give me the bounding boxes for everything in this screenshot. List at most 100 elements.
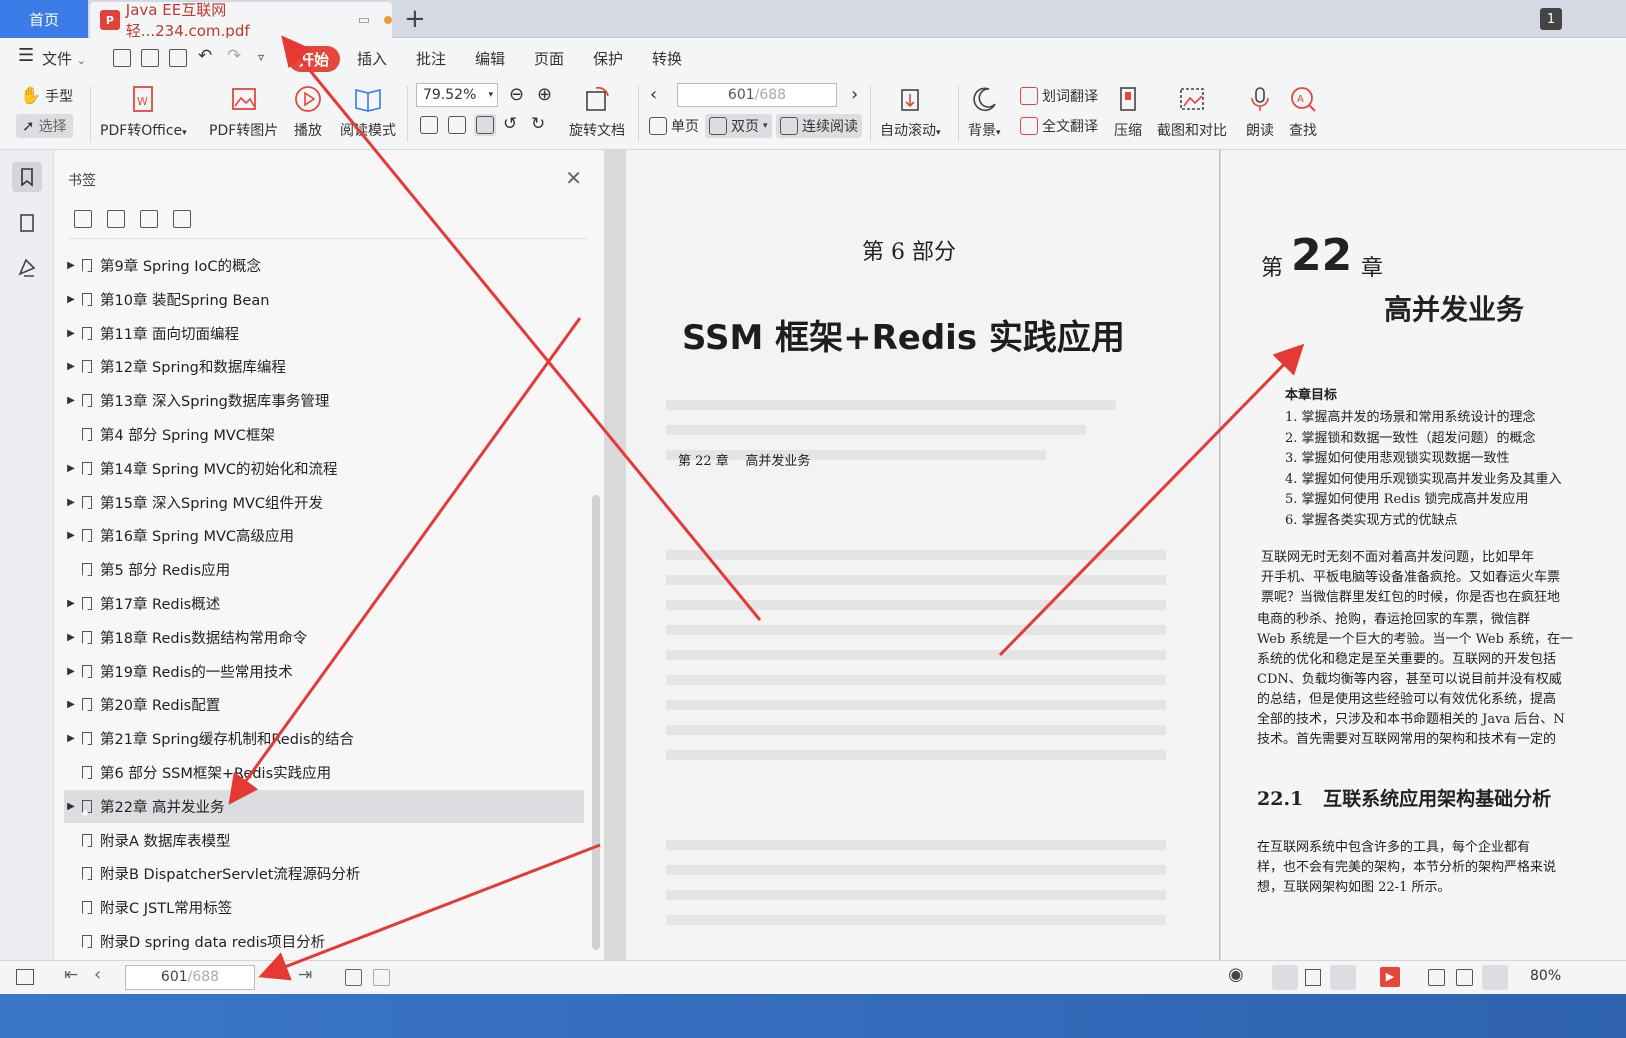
- single-page-button[interactable]: 单页: [649, 116, 699, 136]
- save-icon[interactable]: [141, 49, 159, 67]
- play-button[interactable]: 播放: [293, 78, 323, 140]
- bookmark-item[interactable]: ▶ 第12章 Spring和数据库编程: [64, 350, 584, 383]
- bookmark-item[interactable]: ▶ 第18章 Redis数据结构常用命令: [64, 621, 584, 654]
- forward-icon[interactable]: [373, 969, 390, 986]
- hand-tool-button[interactable]: ✋ 手型: [20, 86, 73, 106]
- bookmark-item[interactable]: ▶ 第13章 深入Spring数据库事务管理: [64, 384, 584, 417]
- bookmark-panel-icon[interactable]: [12, 162, 42, 192]
- zoom-in-icon[interactable]: ⊕: [537, 84, 552, 105]
- thumbnail-panel-icon[interactable]: [12, 208, 42, 238]
- bookmark-item[interactable]: 第4 部分 Spring MVC框架: [64, 418, 584, 451]
- monitor-icon[interactable]: ▭: [358, 13, 370, 28]
- menu-file[interactable]: 文件 ⌄: [42, 48, 86, 69]
- bookmark-item[interactable]: ▶ 第9章 Spring IoC的概念: [64, 249, 584, 282]
- bookmark-item[interactable]: ▶ 第15章 深入Spring MVC组件开发: [64, 486, 584, 519]
- expand-triangle-icon[interactable]: ▶: [64, 598, 78, 609]
- zoom-level[interactable]: 80%: [1530, 968, 1561, 984]
- hamburger-icon[interactable]: ☰: [18, 45, 34, 66]
- actual-size-icon[interactable]: [1428, 969, 1445, 986]
- add-bookmark-icon[interactable]: [140, 210, 158, 228]
- sidebar-toggle-icon[interactable]: [16, 969, 34, 985]
- document-viewport[interactable]: 第 6 部分 SSM 框架+Redis 实践应用 第 22 章 高并发业务 第 …: [604, 150, 1626, 960]
- prev-page-icon[interactable]: ‹: [650, 84, 657, 105]
- select-tool-button[interactable]: ➚ 选择: [16, 114, 73, 138]
- menu-convert[interactable]: 转换: [652, 48, 682, 69]
- play-icon[interactable]: ▶: [1380, 967, 1400, 987]
- menu-insert[interactable]: 插入: [357, 48, 387, 69]
- redo-icon[interactable]: ↷: [227, 46, 241, 66]
- read-aloud-button[interactable]: 朗读: [1245, 78, 1275, 140]
- expand-triangle-icon[interactable]: ▶: [64, 294, 78, 305]
- expand-triangle-icon[interactable]: ▶: [64, 632, 78, 643]
- expand-triangle-icon[interactable]: ▶: [64, 463, 78, 474]
- expand-all-icon[interactable]: [74, 210, 92, 228]
- full-translate-button[interactable]: 全文翻译: [1020, 116, 1098, 136]
- status-page-input[interactable]: 601/688: [125, 965, 255, 990]
- bookmark-item[interactable]: 附录D spring data redis项目分析: [64, 925, 584, 958]
- bookmark-item[interactable]: 附录B DispatcherServlet流程源码分析: [64, 857, 584, 890]
- menu-start[interactable]: 开始: [288, 46, 340, 72]
- more-dropdown-icon[interactable]: ▿: [258, 50, 264, 64]
- bookmark-item[interactable]: ▶ 第14章 Spring MVC的初始化和流程: [64, 452, 584, 485]
- tab-document[interactable]: P Java EE互联网轻...234.com.pdf ▭: [90, 1, 392, 40]
- rotate-left-icon[interactable]: ↺: [503, 114, 517, 134]
- auto-scroll-button[interactable]: 自动滚动▾: [880, 78, 941, 140]
- pdf-to-image-button[interactable]: PDF转图片: [209, 78, 278, 140]
- new-tab-button[interactable]: +: [404, 4, 426, 34]
- bookmark-item[interactable]: 第5 部分 Redis应用: [64, 553, 584, 586]
- zoom-out-icon[interactable]: ⊖: [509, 84, 524, 105]
- fit-page-icon[interactable]: [448, 116, 466, 134]
- tab-home[interactable]: 首页: [0, 0, 88, 38]
- expand-triangle-icon[interactable]: ▶: [64, 497, 78, 508]
- rotate-right-icon[interactable]: ↻: [531, 114, 545, 134]
- expand-triangle-icon[interactable]: ▶: [64, 733, 78, 744]
- bookmark-item[interactable]: ▶ 第10章 装配Spring Bean: [64, 283, 584, 316]
- expand-triangle-icon[interactable]: ▶: [64, 530, 78, 541]
- undo-icon[interactable]: ↶: [198, 46, 212, 66]
- fit-width-icon[interactable]: [476, 116, 494, 134]
- menu-annotate[interactable]: 批注: [416, 48, 446, 69]
- bookmark-item[interactable]: 附录C JSTL常用标签: [64, 891, 584, 924]
- expand-triangle-icon[interactable]: ▶: [64, 328, 78, 339]
- expand-triangle-icon[interactable]: ▶: [64, 666, 78, 677]
- fit-page-icon[interactable]: [1456, 969, 1473, 986]
- background-button[interactable]: 背景▾: [968, 78, 1001, 140]
- bookmark-item[interactable]: ▶ 第11章 面向切面编程: [64, 317, 584, 350]
- actual-size-icon[interactable]: [420, 116, 438, 134]
- next-page-icon[interactable]: ›: [272, 964, 279, 985]
- prev-page-icon[interactable]: ‹: [94, 964, 101, 985]
- expand-triangle-icon[interactable]: ▶: [64, 260, 78, 271]
- open-folder-icon[interactable]: [113, 49, 131, 67]
- expand-triangle-icon[interactable]: ▶: [64, 801, 78, 812]
- bookmark-item[interactable]: ▶ 第20章 Redis配置: [64, 688, 584, 721]
- zoom-level-select[interactable]: 79.52% ▾: [416, 83, 498, 107]
- bookmark-item[interactable]: 附录A 数据库表模型: [64, 824, 584, 857]
- rotate-document-button[interactable]: 旋转文档: [569, 78, 625, 140]
- word-translate-button[interactable]: 划词翻译: [1020, 86, 1098, 106]
- eye-protection-icon[interactable]: ◉: [1228, 964, 1244, 985]
- close-icon[interactable]: ✕: [565, 166, 582, 190]
- back-icon[interactable]: [345, 969, 362, 986]
- bookmark-item[interactable]: 第6 部分 SSM框架+Redis实践应用: [64, 756, 584, 789]
- print-icon[interactable]: [169, 49, 187, 67]
- fit-width-icon[interactable]: [1482, 965, 1508, 990]
- annotation-panel-icon[interactable]: [12, 252, 42, 282]
- collapse-all-icon[interactable]: [107, 210, 125, 228]
- pdf-to-office-button[interactable]: W PDF转Office▾: [100, 78, 187, 140]
- bookmark-item[interactable]: ▶ 第22章 高并发业务: [64, 789, 584, 823]
- expand-triangle-icon[interactable]: ▶: [64, 699, 78, 710]
- last-page-icon[interactable]: ⇥: [298, 965, 312, 985]
- continuous-read-button[interactable]: 连续阅读: [776, 114, 862, 138]
- next-page-icon[interactable]: ›: [851, 84, 858, 105]
- compress-button[interactable]: 压缩: [1113, 78, 1143, 140]
- bookmark-item[interactable]: ▶ 第16章 Spring MVC高级应用: [64, 519, 584, 552]
- page-number-input[interactable]: 601/688: [677, 83, 837, 107]
- menu-protect[interactable]: 保护: [593, 48, 623, 69]
- expand-triangle-icon[interactable]: ▶: [64, 361, 78, 372]
- single-view-icon[interactable]: [1305, 969, 1321, 986]
- bookmark-item[interactable]: ▶ 第21章 Spring缓存机制和Redis的结合: [64, 722, 584, 755]
- first-page-icon[interactable]: ⇤: [64, 965, 78, 985]
- double-page-button[interactable]: 双页 ▾: [705, 114, 772, 138]
- continuous-view-icon[interactable]: [1272, 965, 1298, 990]
- menu-edit[interactable]: 编辑: [475, 48, 505, 69]
